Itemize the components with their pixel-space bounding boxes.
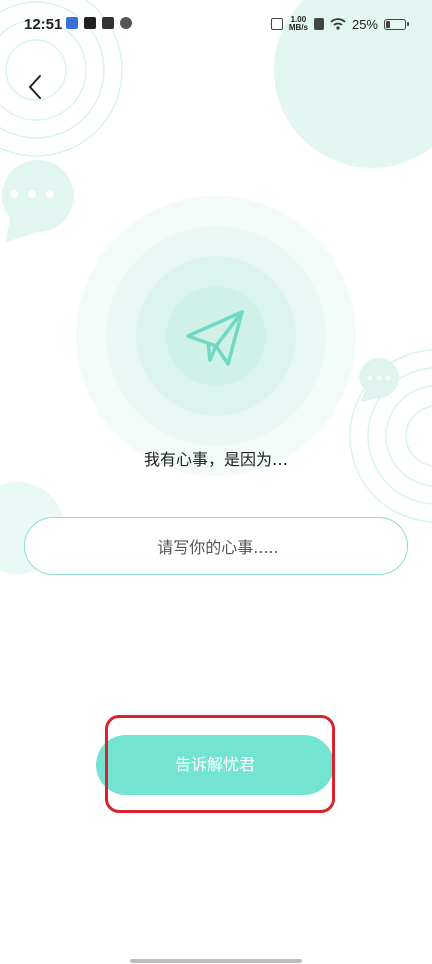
battery-icon [384, 18, 409, 30]
battery-level [386, 20, 390, 28]
net-speed: 1.00 MB/s [289, 16, 308, 32]
tiktok-icon [84, 17, 96, 29]
vibrate-icon [270, 18, 283, 30]
home-indicator [130, 959, 302, 963]
app-notification-icon [66, 17, 78, 29]
status-notification-icons [66, 17, 132, 29]
no-sim-icon [313, 18, 324, 30]
status-right-group: 1.00 MB/s 25% [270, 16, 409, 32]
status-time: 12:51 [24, 16, 63, 33]
chat-bubble-icon-small [359, 358, 399, 402]
chevron-left-icon [29, 75, 41, 99]
chat-bubble-icon [2, 160, 74, 242]
back-button[interactable] [22, 70, 52, 104]
square-icon [102, 17, 114, 29]
net-speed-unit: MB/s [288, 23, 308, 32]
worry-input[interactable] [25, 518, 411, 576]
paper-plane-icon [186, 310, 244, 366]
fan-icon [120, 17, 132, 29]
worry-input-container[interactable] [24, 517, 411, 576]
highlight-box [105, 715, 335, 813]
wifi-icon [330, 18, 346, 30]
battery-percent: 25% [351, 16, 378, 32]
prompt-text: 我有心事，是因为… [143, 450, 288, 469]
background-decoration [0, 0, 432, 574]
